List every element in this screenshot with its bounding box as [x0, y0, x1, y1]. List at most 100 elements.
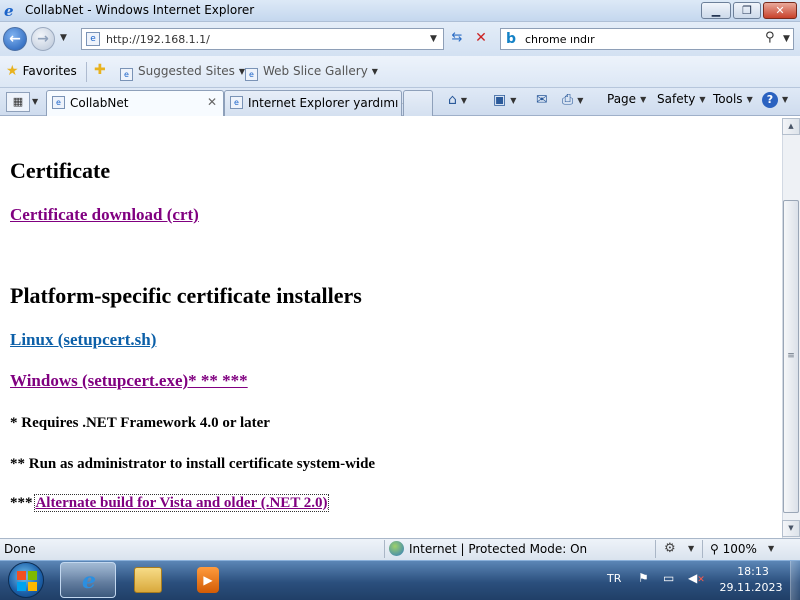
inprivate-filtering-icon[interactable]: ⚙	[664, 541, 676, 556]
title-bar: e CollabNet - Windows Internet Explorer	[0, 0, 800, 22]
note-prefix: ***	[10, 495, 33, 511]
chevron-down-icon: ▼	[577, 96, 584, 105]
tab-collabnet[interactable]: e CollabNet ✕	[46, 90, 224, 116]
stop-icon[interactable]: ✕	[471, 30, 491, 48]
read-mail-button[interactable]: ✉	[536, 92, 548, 108]
taskbar-internet-explorer[interactable]: e	[60, 562, 116, 598]
recent-pages-chevron-down-icon[interactable]: ▼	[60, 33, 67, 43]
dotnet-requirement-note: * Requires .NET Framework 4.0 or later	[10, 415, 270, 431]
network-icon[interactable]: ▭	[663, 571, 674, 585]
page-icon: e	[245, 68, 258, 81]
linux-installer-link[interactable]: Linux (setupcert.sh)	[10, 330, 156, 350]
internet-explorer-icon: e	[82, 568, 96, 594]
search-icon[interactable]: ⚲	[765, 30, 775, 45]
safety-menu[interactable]: Safety ▼	[657, 92, 706, 106]
close-tab-icon[interactable]: ✕	[207, 95, 217, 109]
back-button[interactable]: ←	[3, 27, 27, 51]
ie-logo-icon: e	[4, 2, 14, 20]
rss-feed-icon: ▣	[493, 92, 507, 108]
status-divider	[702, 540, 703, 558]
security-zone-text[interactable]: Internet | Protected Mode: On	[409, 542, 587, 556]
folder-icon	[134, 567, 162, 593]
search-options-chevron-down-icon[interactable]: ▼	[783, 34, 790, 44]
tools-menu[interactable]: Tools ▼	[713, 92, 753, 106]
chevron-down-icon: ▼	[746, 95, 753, 104]
tab-list-chevron-down-icon[interactable]: ▼	[32, 92, 44, 112]
chevron-down-icon: ▼	[782, 95, 789, 104]
certificate-download-link[interactable]: Certificate download (crt)	[10, 205, 199, 225]
minimize-button[interactable]: ▁	[701, 2, 731, 19]
print-button[interactable]: ⎙ ▼	[562, 92, 583, 108]
chevron-down-icon[interactable]: ▼	[688, 544, 694, 553]
status-divider	[384, 540, 385, 558]
home-icon: ⌂	[448, 92, 457, 108]
volume-muted-icon[interactable]: ◀✕	[688, 571, 705, 585]
taskbar-media-player[interactable]: ▶	[180, 562, 236, 598]
suggested-sites-link[interactable]: e Suggested Sites ▼	[120, 64, 245, 81]
zoom-chevron-down-icon[interactable]: ▼	[768, 544, 774, 553]
web-slice-gallery-link[interactable]: e Web Slice Gallery ▼	[245, 64, 378, 81]
page-content: Certificate Certificate download (crt) P…	[0, 118, 782, 538]
scroll-thumb[interactable]: ≡	[783, 200, 799, 513]
search-input[interactable]	[525, 31, 755, 47]
chevron-down-icon: ▼	[640, 95, 647, 104]
favorites-label: Favorites	[22, 64, 77, 78]
maximize-button[interactable]: ❐	[733, 2, 761, 19]
admin-note: ** Run as administrator to install certi…	[10, 456, 376, 472]
address-input[interactable]	[106, 31, 426, 47]
chevron-down-icon: ▼	[699, 95, 706, 104]
help-icon: ?	[762, 92, 778, 108]
favorites-button[interactable]: ★ Favorites	[6, 63, 77, 81]
new-tab-button[interactable]	[403, 90, 433, 116]
certificate-heading: Certificate	[10, 158, 111, 183]
mail-icon: ✉	[536, 92, 548, 108]
alternate-build-note: *** Alternate build for Vista and older …	[10, 494, 329, 512]
start-button[interactable]	[8, 562, 44, 598]
tab-ie-help[interactable]: e Internet Explorer yardımı - ...	[224, 90, 422, 116]
action-center-flag-icon[interactable]: ⚑	[638, 571, 649, 585]
show-desktop-button[interactable]	[790, 561, 800, 600]
media-player-icon: ▶	[197, 567, 219, 593]
page-menu[interactable]: Page ▼	[607, 92, 646, 106]
page-icon: e	[86, 32, 100, 46]
status-divider	[655, 540, 656, 558]
zoom-magnifier-icon: ⚲	[710, 542, 723, 556]
address-bar[interactable]: e	[81, 28, 444, 50]
feeds-button[interactable]: ▣ ▼	[493, 92, 516, 108]
status-text: Done	[4, 542, 36, 556]
tab-label: Internet Explorer yardımı - ...	[248, 96, 422, 110]
address-dropdown-chevron-down-icon[interactable]: ▼	[430, 34, 437, 44]
chevron-down-icon: ▼	[510, 96, 517, 105]
window-title: CollabNet - Windows Internet Explorer	[25, 3, 255, 17]
bing-logo-icon: b	[506, 31, 517, 47]
search-box[interactable]: b	[500, 28, 794, 50]
scroll-down-arrow-icon[interactable]: ▼	[782, 520, 800, 537]
chevron-down-icon: ▼	[371, 67, 378, 76]
input-language-indicator[interactable]: TR	[607, 572, 621, 585]
page-icon: e	[230, 96, 243, 109]
windows-installer-link[interactable]: Windows (setupcert.exe)* ** ***	[10, 371, 248, 391]
taskbar-windows-explorer[interactable]	[120, 562, 176, 598]
zoom-level[interactable]: ⚲ 100%	[710, 542, 757, 556]
close-window-button[interactable]: ✕	[763, 2, 797, 19]
web-slice-gallery-label: Web Slice Gallery	[263, 64, 368, 78]
windows-logo-icon	[17, 571, 37, 591]
quick-tabs-icon[interactable]: ▦	[6, 92, 30, 112]
clock-date[interactable]: 29.11.2023	[718, 581, 784, 594]
page-icon: e	[120, 68, 133, 81]
tools-menu-label: Tools	[713, 92, 743, 106]
compatibility-view-icon[interactable]: ⇆	[447, 30, 467, 48]
favorites-divider	[86, 62, 87, 82]
favorites-star-icon: ★	[6, 63, 19, 79]
help-button[interactable]: ? ▼	[762, 92, 788, 108]
internet-zone-globe-icon	[389, 541, 404, 556]
scroll-up-arrow-icon[interactable]: ▲	[782, 118, 800, 135]
alternate-build-link[interactable]: Alternate build for Vista and older (.NE…	[34, 494, 329, 512]
safety-menu-label: Safety	[657, 92, 696, 106]
forward-button[interactable]: →	[31, 27, 55, 51]
add-to-favorites-icon[interactable]: ✚	[94, 62, 106, 78]
home-button[interactable]: ⌂ ▼	[448, 92, 467, 108]
clock-time[interactable]: 18:13	[730, 565, 776, 578]
zoom-value: 100%	[722, 542, 757, 556]
printer-icon: ⎙	[562, 92, 574, 108]
